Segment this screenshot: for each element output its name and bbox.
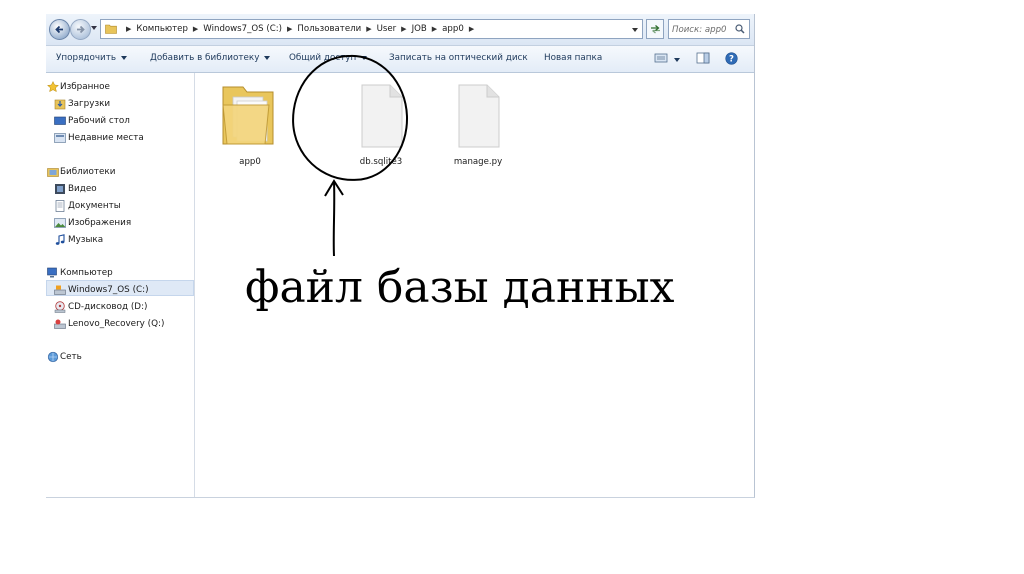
chevron-right-icon[interactable]: ▶: [401, 25, 406, 33]
file-name: manage.py: [453, 157, 503, 167]
burn-label: Записать на оптический диск: [389, 53, 528, 63]
refresh-icon: [651, 25, 660, 34]
file-name: app0: [239, 157, 261, 167]
chevron-right-icon[interactable]: ▶: [126, 25, 131, 33]
new-folder-button[interactable]: Новая папка: [544, 53, 602, 63]
sidebar-item-label: Сеть: [60, 352, 82, 362]
breadcrumb-item[interactable]: User: [377, 24, 397, 34]
libraries-icon: [47, 168, 59, 177]
music-icon: [55, 234, 65, 245]
drive-icon: [54, 319, 66, 329]
back-button[interactable]: [49, 19, 70, 40]
recent-places-icon: [54, 133, 66, 143]
burn-button[interactable]: Записать на оптический диск: [389, 53, 528, 63]
back-arrow-icon: [55, 25, 63, 34]
file-icon: [458, 84, 500, 148]
chevron-right-icon[interactable]: ▶: [469, 25, 474, 33]
drive-icon: [54, 285, 66, 295]
chevron-right-icon[interactable]: ▶: [366, 25, 371, 33]
network-icon: [47, 351, 59, 363]
annotation-arrow-icon: [324, 179, 344, 257]
folder-icon: [105, 24, 117, 34]
breadcrumb-item[interactable]: Компьютер: [136, 24, 188, 34]
sidebar-item-label: CD-дисковод (D:): [68, 302, 148, 312]
folder-icon: [222, 86, 274, 145]
change-view-icon[interactable]: [654, 52, 668, 64]
sidebar-item-label: Документы: [68, 201, 121, 211]
sidebar-item-label: Музыка: [68, 235, 104, 245]
chevron-down-icon: [121, 55, 128, 60]
sidebar-item-label: Библиотеки: [60, 167, 116, 177]
chevron-right-icon[interactable]: ▶: [432, 25, 437, 33]
sidebar-item-label: Избранное: [60, 82, 110, 92]
help-icon[interactable]: ?: [725, 52, 738, 65]
add-to-library-menu[interactable]: Добавить в библиотеку: [150, 53, 271, 63]
view-options-dropdown[interactable]: [674, 58, 680, 62]
sidebar-item-label: Рабочий стол: [68, 116, 130, 126]
breadcrumb-item[interactable]: Пользователи: [297, 24, 361, 34]
add-to-library-label: Добавить в библиотеку: [150, 53, 260, 63]
annotation-text: файл базы данных: [245, 262, 675, 313]
sidebar-item-label: Изображения: [68, 218, 132, 228]
search-box[interactable]: [668, 19, 750, 39]
organize-label: Упорядочить: [56, 53, 117, 63]
sidebar-item-label: Компьютер: [60, 268, 113, 278]
sidebar-item-label: Видео: [68, 184, 97, 194]
breadcrumb-item[interactable]: app0: [442, 24, 464, 34]
recent-pages-dropdown[interactable]: [91, 26, 97, 30]
chevron-down-icon: [264, 55, 271, 60]
command-bar: Упорядочить Добавить в библиотеку Общий …: [46, 46, 754, 73]
forward-button[interactable]: [70, 19, 91, 40]
forward-arrow-icon: [77, 25, 85, 34]
downloads-icon: [54, 99, 66, 110]
address-row: ▶ Компьютер ▶ Windows7_OS (C:) ▶ Пользователи…: [46, 14, 754, 46]
sidebar-item-label: Загрузки: [68, 99, 111, 109]
new-folder-label: Новая папка: [544, 53, 603, 63]
organize-menu[interactable]: Упорядочить: [56, 53, 128, 63]
documents-icon: [55, 200, 65, 212]
breadcrumb: ▶ Компьютер ▶ Windows7_OS (C:) ▶ Пользователи…: [121, 24, 479, 34]
navigation-pane: Избранное Загрузки Рабочий стол Недавние…: [46, 73, 195, 497]
computer-icon: [47, 267, 57, 278]
chevron-right-icon[interactable]: ▶: [193, 25, 198, 33]
search-icon[interactable]: [735, 24, 745, 34]
svg-text:?: ?: [729, 55, 734, 65]
address-bar[interactable]: ▶ Компьютер ▶ Windows7_OS (C:) ▶ Пользователи…: [100, 19, 643, 39]
sidebar-item-label: Lenovo_Recovery (Q:): [68, 319, 165, 329]
pictures-icon: [54, 218, 66, 228]
cd-drive-icon: [54, 301, 66, 313]
refresh-button[interactable]: [646, 19, 664, 39]
video-icon: [55, 184, 65, 194]
star-icon: [47, 81, 59, 93]
sidebar-item-label: Windows7_OS (C:): [68, 285, 149, 295]
chevron-right-icon[interactable]: ▶: [287, 25, 292, 33]
breadcrumb-item[interactable]: JOB: [412, 24, 427, 34]
sidebar-item-label: Недавние места: [68, 133, 144, 143]
search-input[interactable]: [672, 23, 732, 36]
address-history-dropdown[interactable]: [632, 28, 638, 32]
preview-pane-icon[interactable]: [696, 52, 710, 64]
breadcrumb-item[interactable]: Windows7_OS (C:): [203, 24, 282, 34]
desktop-icon: [54, 116, 66, 125]
